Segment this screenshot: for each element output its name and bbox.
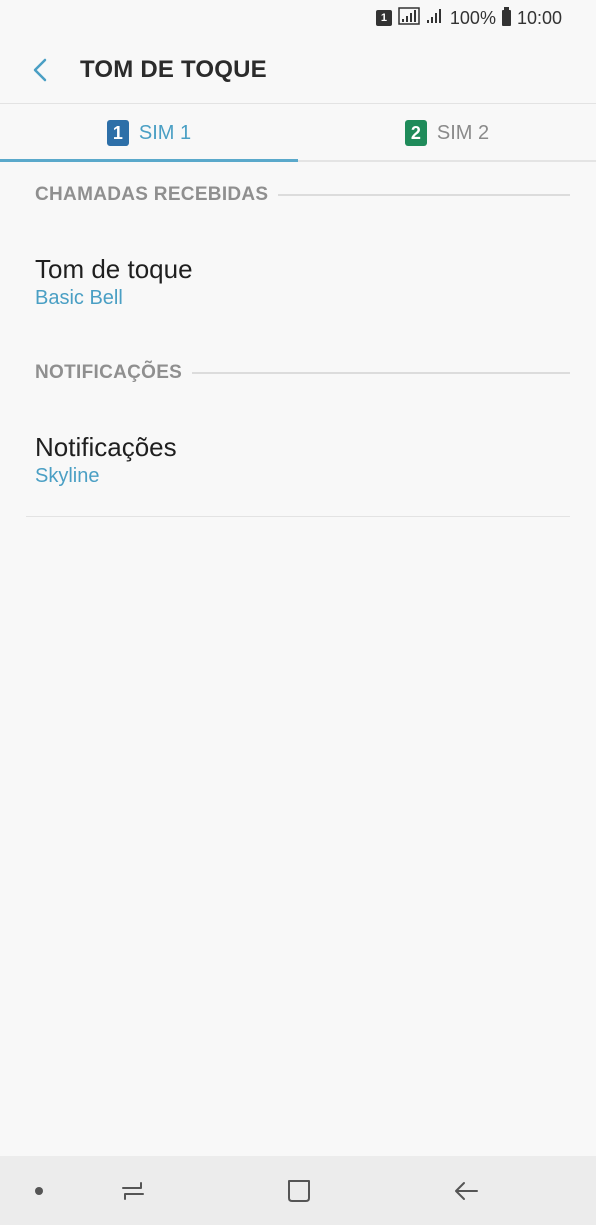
sim-tabs: 1 SIM 1 2 SIM 2 (0, 104, 596, 162)
section-header-label: CHAMADAS RECEBIDAS (35, 184, 269, 205)
sim-1-badge-icon: 1 (106, 120, 129, 146)
battery-icon (501, 7, 511, 26)
section-header-label: NOTIFICAÇÕES (35, 362, 183, 383)
section-divider (192, 372, 570, 374)
navigation-bar (0, 1156, 596, 1225)
setting-ringtone[interactable]: Tom de toque Basic Bell (35, 253, 570, 310)
home-icon (288, 1179, 310, 1202)
battery-percent: 100% (449, 7, 496, 28)
section-header-incoming-calls: CHAMADAS RECEBIDAS (35, 184, 570, 206)
signal-icon-2 (426, 7, 444, 30)
back-chevron-icon (33, 58, 47, 81)
status-bar: 1 100% 10:00 (0, 0, 596, 36)
sim-status-icon: 1 (375, 10, 392, 26)
setting-ringtone-title: Tom de toque (35, 254, 193, 284)
setting-notifications[interactable]: Notificações Skyline (35, 431, 570, 488)
tab-sim-1[interactable]: 1 SIM 1 (0, 104, 298, 162)
setting-notifications-title: Notificações (35, 432, 177, 462)
tab-sim-1-label: SIM 1 (138, 121, 192, 144)
back-button[interactable] (0, 36, 80, 103)
tab-sim-2[interactable]: 2 SIM 2 (298, 104, 596, 162)
recent-apps-button[interactable] (108, 1166, 158, 1216)
section-divider (278, 194, 570, 196)
setting-ringtone-value: Basic Bell (35, 287, 123, 309)
recent-apps-icon (122, 1181, 144, 1200)
status-time: 10:00 (516, 7, 562, 28)
signal-icon (398, 6, 420, 30)
section-header-notifications: NOTIFICAÇÕES (35, 362, 570, 384)
home-button[interactable] (274, 1166, 324, 1216)
tab-sim-2-label: SIM 2 (436, 121, 490, 144)
page-title: TOM DE TOQUE (80, 55, 267, 83)
setting-notifications-value: Skyline (35, 465, 100, 487)
back-nav-button[interactable] (441, 1166, 491, 1216)
sim-2-badge-icon: 2 (404, 120, 427, 146)
list-divider (26, 516, 570, 517)
nav-dot-icon (35, 1186, 43, 1195)
back-arrow-icon (455, 1181, 478, 1200)
app-bar: TOM DE TOQUE (0, 36, 596, 103)
